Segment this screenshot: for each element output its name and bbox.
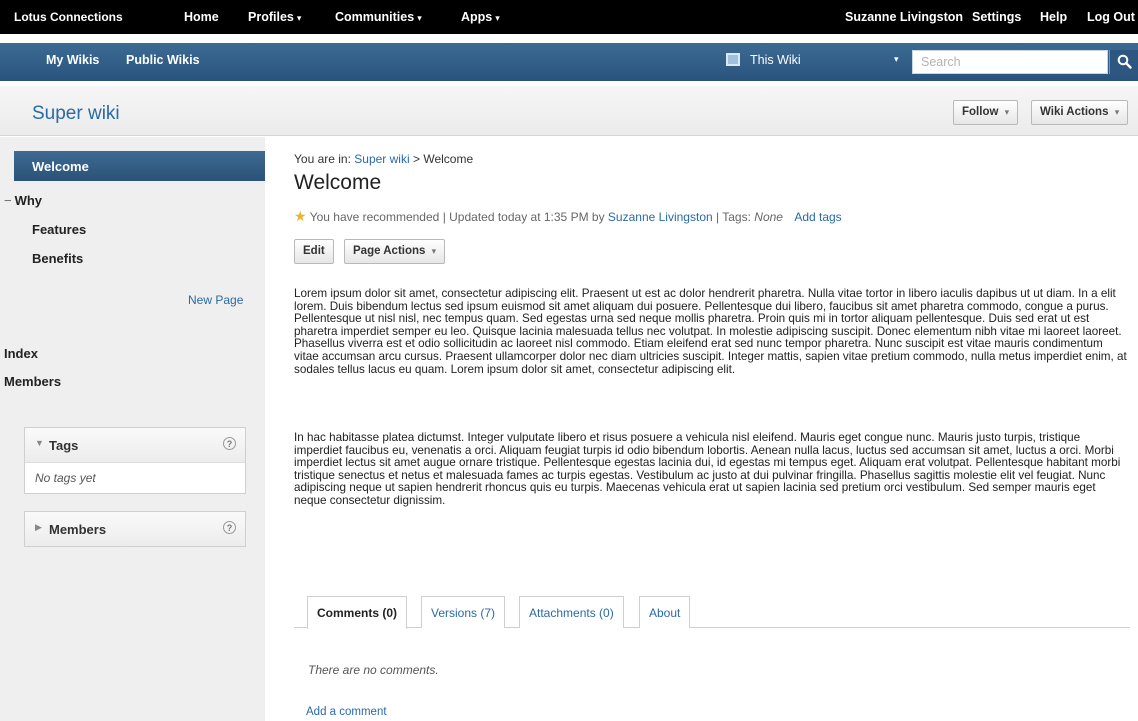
chevron-down-icon: ▾ (1114, 107, 1120, 117)
sidebar-item-welcome[interactable]: Welcome (14, 151, 265, 181)
collapse-toggle-icon[interactable]: − (4, 193, 12, 208)
help-icon[interactable]: ? (223, 521, 236, 534)
triangle-down-icon: ▼ (35, 438, 44, 448)
search-scope-label: This Wiki (750, 53, 801, 67)
tags-panel-header[interactable]: ▼ Tags ? (25, 428, 245, 462)
nav-profiles[interactable]: Profiles ▾ (248, 10, 301, 24)
tags-label: Tags: (722, 210, 751, 224)
tags-panel: ▼ Tags ? No tags yet (24, 427, 246, 494)
members-panel-title: Members (49, 522, 107, 537)
page-meta: ★ You have recommended | Updated today a… (294, 208, 842, 225)
search-scope-select[interactable]: This Wiki ▾ (722, 50, 906, 72)
add-comment-link[interactable]: Add a comment (306, 706, 387, 718)
tab-attachments[interactable]: Attachments (0) (519, 596, 624, 628)
top-navigation-bar: Lotus Connections Home Profiles ▾ Communi… (0, 0, 1138, 34)
nav-apps-label: Apps (461, 10, 493, 24)
page-actions-button[interactable]: Page Actions ▾ (344, 239, 446, 264)
search-button[interactable] (1109, 50, 1138, 74)
breadcrumb: You are in: Super wiki > Welcome (294, 152, 473, 166)
nav-home[interactable]: Home (184, 10, 219, 24)
sidebar-item-label: Welcome (32, 159, 89, 174)
body-paragraph-2: In hac habitasse platea dictumst. Intege… (294, 431, 1121, 507)
tags-empty-text: No tags yet (25, 462, 245, 493)
brand-logo[interactable]: Lotus Connections (14, 10, 123, 24)
recommended-text: You have recommended (309, 210, 440, 224)
tags-value: None (754, 210, 783, 224)
no-comments-text: There are no comments. (308, 663, 439, 677)
breadcrumb-prefix: You are in: (294, 152, 351, 166)
chevron-down-icon: ▾ (894, 54, 899, 64)
chevron-down-icon: ▾ (1004, 107, 1010, 117)
tab-versions[interactable]: Versions (7) (421, 596, 506, 628)
help-icon[interactable]: ? (223, 437, 236, 450)
follow-button[interactable]: Follow ▾ (953, 100, 1019, 125)
sidebar-item-benefits[interactable]: Benefits (32, 251, 83, 266)
nav-communities-label: Communities (335, 10, 415, 24)
triangle-right-icon: ▶ (35, 522, 42, 532)
tab-public-wikis[interactable]: Public Wikis (126, 53, 200, 67)
wiki-header: Super wiki Follow ▾ Wiki Actions ▾ (0, 86, 1138, 136)
breadcrumb-separator: > (412, 152, 420, 166)
logout-link[interactable]: Log Out (1087, 10, 1135, 24)
tags-panel-title: Tags (49, 438, 79, 453)
edit-button[interactable]: Edit (294, 239, 334, 264)
chevron-down-icon: ▾ (296, 13, 302, 23)
page-title: Welcome (294, 171, 382, 194)
chevron-down-icon: ▾ (431, 246, 437, 256)
tab-about[interactable]: About (639, 596, 691, 628)
members-panel: ▶ Members ? (24, 511, 246, 547)
nav-home-label: Home (184, 10, 219, 24)
help-link[interactable]: Help (1040, 10, 1067, 24)
sidebar-item-members[interactable]: Members (4, 374, 61, 389)
search-icon (1117, 54, 1132, 69)
chevron-down-icon: ▾ (495, 13, 500, 23)
sidebar: Welcome − Why Features Benefits New Page … (0, 137, 265, 721)
sidebar-item-why[interactable]: − Why (4, 193, 42, 208)
nav-profiles-label: Profiles (248, 10, 294, 24)
wiki-navigation-bar: My Wikis Public Wikis This Wiki ▾ Search (0, 43, 1138, 81)
author-link[interactable]: Suzanne Livingston (608, 210, 713, 224)
updated-text: Updated today at 1:35 PM by (449, 210, 605, 224)
breadcrumb-current: Welcome (423, 152, 474, 166)
new-page-link[interactable]: New Page (188, 293, 243, 307)
wiki-title[interactable]: Super wiki (32, 103, 120, 125)
nav-apps[interactable]: Apps ▾ (461, 10, 500, 24)
members-panel-header[interactable]: ▶ Members ? (25, 512, 245, 546)
user-name-link[interactable]: Suzanne Livingston (845, 10, 963, 24)
wiki-book-icon (726, 53, 740, 66)
sidebar-item-label: Why (14, 193, 43, 208)
follow-label: Follow (962, 106, 999, 118)
tab-my-wikis[interactable]: My Wikis (46, 53, 99, 67)
wiki-actions-button[interactable]: Wiki Actions ▾ (1031, 100, 1129, 125)
search-input[interactable]: Search (912, 50, 1108, 74)
sidebar-item-features[interactable]: Features (32, 222, 86, 237)
star-icon[interactable]: ★ (294, 208, 307, 224)
nav-communities[interactable]: Communities ▾ (335, 10, 422, 24)
settings-link[interactable]: Settings (972, 10, 1021, 24)
page-actions-label: Page Actions (353, 245, 426, 257)
sidebar-item-index[interactable]: Index (4, 346, 38, 361)
body-paragraph-1: Lorem ipsum dolor sit amet, consectetur … (294, 287, 1127, 376)
content-tabs: Comments (0) Versions (7) Attachments (0… (294, 596, 1130, 629)
chevron-down-icon: ▾ (417, 13, 422, 23)
tab-comments[interactable]: Comments (0) (307, 596, 408, 629)
add-tags-link[interactable]: Add tags (794, 210, 841, 224)
wiki-actions-label: Wiki Actions (1040, 106, 1109, 118)
breadcrumb-wiki-link[interactable]: Super wiki (354, 152, 409, 166)
